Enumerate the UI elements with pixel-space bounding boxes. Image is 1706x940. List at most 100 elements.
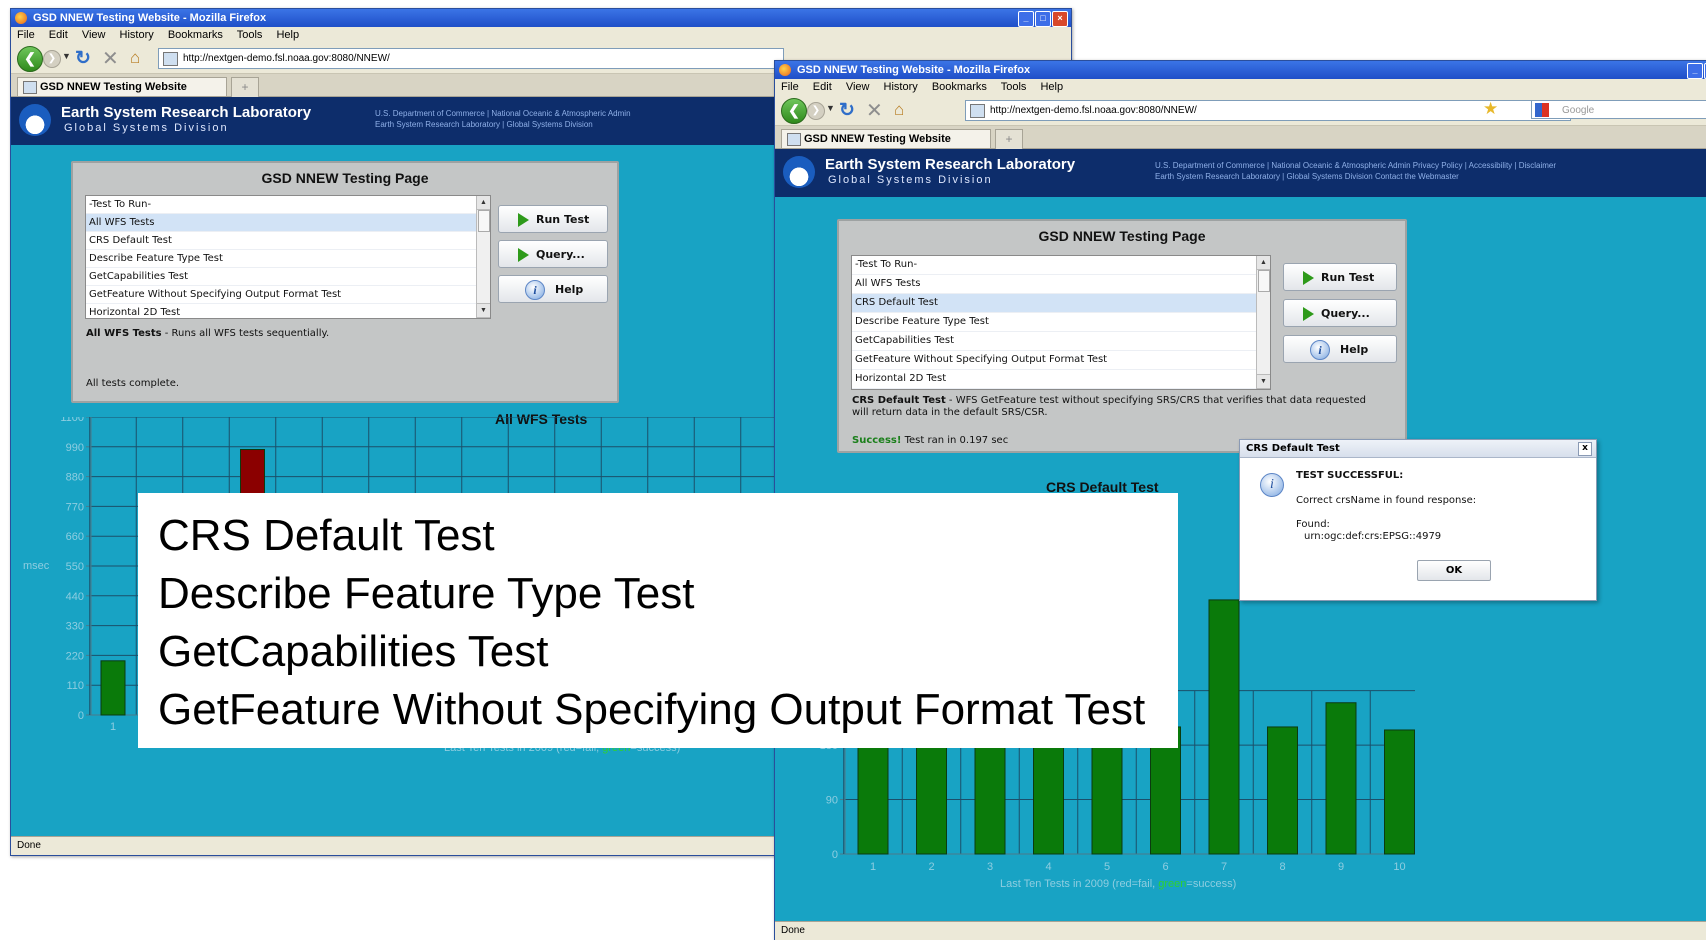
bar xyxy=(1267,726,1298,855)
bar xyxy=(1208,599,1240,855)
list-item[interactable]: Horizontal 2D Test xyxy=(86,304,490,318)
scroll-down-icon[interactable]: ▼ xyxy=(1257,374,1270,389)
list-item[interactable]: GetCapabilities Test xyxy=(852,332,1270,351)
tab-label: GSD NNEW Testing Website xyxy=(40,81,187,93)
banner-links-row-2[interactable]: Earth System Research Laboratory | Globa… xyxy=(375,119,631,130)
menu-help[interactable]: Help xyxy=(1040,81,1063,93)
url-bar[interactable]: http://nextgen-demo.fsl.noaa.gov:8080/NN… xyxy=(158,48,784,69)
menu-view[interactable]: View xyxy=(846,81,870,93)
banner-title[interactable]: Earth System Research Laboratory xyxy=(825,156,1075,173)
menu-view[interactable]: View xyxy=(82,29,106,41)
y-tick-label: 440 xyxy=(66,591,84,603)
menu-file[interactable]: File xyxy=(781,81,799,93)
banner-title[interactable]: Earth System Research Laboratory xyxy=(61,104,311,121)
dialog-line-3: urn:ogc:def:crs:EPSG::4979 xyxy=(1304,531,1442,542)
menu-tools[interactable]: Tools xyxy=(1001,81,1027,93)
banner-links[interactable]: U.S. Department of Commerce | National O… xyxy=(375,108,631,130)
history-dropdown-icon[interactable]: ▼ xyxy=(826,103,835,113)
back-button[interactable]: ❮ xyxy=(17,46,43,72)
help-button[interactable]: i Help xyxy=(1283,335,1397,363)
menu-file[interactable]: File xyxy=(17,29,35,41)
scroll-thumb[interactable] xyxy=(478,210,490,232)
forward-button[interactable]: ❯ xyxy=(43,50,61,68)
menu-bookmarks[interactable]: Bookmarks xyxy=(932,81,987,93)
list-item-selected[interactable]: CRS Default Test xyxy=(852,294,1270,313)
x-axis-label-suffix: =success) xyxy=(1186,878,1236,890)
close-button[interactable]: × xyxy=(1052,11,1068,27)
run-test-button[interactable]: Run Test xyxy=(498,205,608,233)
list-item[interactable]: GetFeature Without Specifying Output For… xyxy=(852,351,1270,370)
menu-tools[interactable]: Tools xyxy=(237,29,263,41)
x-tick-label: 8 xyxy=(1279,861,1285,873)
banner-links[interactable]: U.S. Department of Commerce | National O… xyxy=(1155,160,1556,182)
list-item[interactable]: -Test To Run- xyxy=(852,256,1270,275)
list-item-selected[interactable]: All WFS Tests xyxy=(86,214,490,232)
list-scrollbar[interactable]: ▲ ▼ xyxy=(1256,256,1270,389)
window-title: GSD NNEW Testing Website - Mozilla Firef… xyxy=(33,12,267,24)
run-test-button[interactable]: Run Test xyxy=(1283,263,1397,291)
query-button[interactable]: Query... xyxy=(1283,299,1397,327)
home-icon[interactable]: ⌂ xyxy=(894,100,904,120)
bar xyxy=(1325,702,1357,855)
search-input[interactable]: Google xyxy=(1531,100,1706,119)
minimize-button[interactable]: _ xyxy=(1018,11,1034,27)
history-dropdown-icon[interactable]: ▼ xyxy=(62,51,71,61)
banner-links-row-1[interactable]: U.S. Department of Commerce | National O… xyxy=(375,108,631,119)
scroll-down-icon[interactable]: ▼ xyxy=(477,303,490,318)
reload-icon[interactable]: ↻ xyxy=(75,47,91,70)
menu-edit[interactable]: Edit xyxy=(813,81,832,93)
maximize-button[interactable]: □ xyxy=(1035,11,1051,27)
y-tick-label: 660 xyxy=(66,531,84,543)
minimize-button[interactable]: _ xyxy=(1687,63,1703,79)
menu-help[interactable]: Help xyxy=(276,29,299,41)
list-item[interactable]: Horizontal 2D Test xyxy=(852,370,1270,389)
test-list[interactable]: -Test To Run- All WFS Tests CRS Default … xyxy=(851,255,1271,390)
dialog-heading: TEST SUCCESSFUL: xyxy=(1296,470,1404,481)
forward-button[interactable]: ❯ xyxy=(807,102,825,120)
dialog-close-icon[interactable]: x xyxy=(1578,442,1592,456)
dialog-line-2: Found: xyxy=(1296,519,1330,530)
home-icon[interactable]: ⌂ xyxy=(130,48,140,68)
tab-gsd-nnew[interactable]: GSD NNEW Testing Website xyxy=(17,77,227,96)
success-label: Success! xyxy=(852,435,902,446)
new-tab-button[interactable]: + xyxy=(995,129,1023,149)
scroll-up-icon[interactable]: ▲ xyxy=(1257,256,1270,270)
query-label: Query... xyxy=(536,248,585,261)
bookmark-star-icon[interactable]: ★ xyxy=(1483,99,1498,119)
query-button[interactable]: Query... xyxy=(498,240,608,268)
test-panel: GSD NNEW Testing Page -Test To Run- All … xyxy=(71,161,619,403)
stop-icon[interactable]: ✕ xyxy=(102,46,119,71)
list-item[interactable]: CRS Default Test xyxy=(86,232,490,250)
menu-history[interactable]: History xyxy=(884,81,918,93)
test-list[interactable]: -Test To Run- All WFS Tests CRS Default … xyxy=(85,195,491,319)
test-description: CRS Default Test - WFS GetFeature test w… xyxy=(852,395,1372,419)
menu-edit[interactable]: Edit xyxy=(49,29,68,41)
banner-links-row-2[interactable]: Earth System Research Laboratory | Globa… xyxy=(1155,171,1556,182)
list-item[interactable]: GetCapabilities Test xyxy=(86,268,490,286)
banner-links-row-1[interactable]: U.S. Department of Commerce | National O… xyxy=(1155,160,1556,171)
list-scrollbar[interactable]: ▲ ▼ xyxy=(476,196,490,318)
dialog-ok-button[interactable]: OK xyxy=(1417,560,1491,581)
dialog-title-text: CRS Default Test xyxy=(1246,443,1340,454)
scroll-thumb[interactable] xyxy=(1258,270,1270,292)
url-bar[interactable]: http://nextgen-demo.fsl.noaa.gov:8080/NN… xyxy=(965,100,1571,121)
x-tick-label: 9 xyxy=(1338,861,1344,873)
menu-bookmarks[interactable]: Bookmarks xyxy=(168,29,223,41)
list-item[interactable]: GetFeature Without Specifying Output For… xyxy=(86,286,490,304)
list-item[interactable]: Describe Feature Type Test xyxy=(86,250,490,268)
site-icon xyxy=(970,104,985,118)
reload-icon[interactable]: ↻ xyxy=(839,99,855,122)
back-button[interactable]: ❮ xyxy=(781,98,807,124)
list-item[interactable]: Describe Feature Type Test xyxy=(852,313,1270,332)
stop-icon[interactable]: ✕ xyxy=(866,98,883,123)
tab-gsd-nnew[interactable]: GSD NNEW Testing Website xyxy=(781,129,991,148)
menu-bar: File Edit View History Bookmarks Tools H… xyxy=(775,79,1706,95)
help-button[interactable]: i Help xyxy=(498,275,608,303)
menu-history[interactable]: History xyxy=(120,29,154,41)
tab-strip: GSD NNEW Testing Website + xyxy=(775,126,1706,149)
list-item[interactable]: -Test To Run- xyxy=(86,196,490,214)
new-tab-button[interactable]: + xyxy=(231,77,259,97)
scroll-up-icon[interactable]: ▲ xyxy=(477,196,490,210)
list-item[interactable]: All WFS Tests xyxy=(852,275,1270,294)
callout-line-2: Describe Feature Type Test xyxy=(158,569,695,618)
